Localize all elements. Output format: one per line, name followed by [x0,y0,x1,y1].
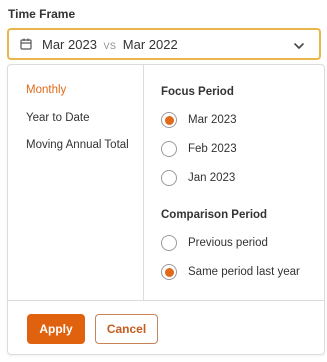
period-options: Focus Period Mar 2023 Feb 2023 Jan 2023 … [144,65,324,300]
focus-option-jan-2023[interactable]: Jan 2023 [161,170,235,186]
selector-value: Mar 2023 VS Mar 2022 [42,37,178,52]
focus-option-feb-2023[interactable]: Feb 2023 [161,141,237,157]
time-frame-label: Time Frame [8,7,76,21]
period-type-year-to-date[interactable]: Year to Date [26,112,90,124]
period-type-moving-annual-total[interactable]: Moving Annual Total [26,139,129,151]
comparison-option-label: Same period last year [188,266,300,278]
period-type-list: Monthly Year to Date Moving Annual Total [8,65,144,300]
focus-option-label: Feb 2023 [188,143,237,155]
radio-unselected[interactable] [161,141,177,157]
focus-option-label: Mar 2023 [188,114,237,126]
focus-period-title: Focus Period [161,86,234,98]
selector-focus-value: Mar 2023 [42,36,97,52]
calendar-icon [20,38,32,50]
time-frame-selector[interactable]: Mar 2023 VS Mar 2022 [7,28,321,60]
radio-selected[interactable] [161,112,177,128]
radio-unselected[interactable] [161,235,177,251]
comparison-period-title: Comparison Period [161,209,268,221]
chevron-down-icon[interactable] [293,40,305,52]
focus-option-mar-2023[interactable]: Mar 2023 [161,112,237,128]
radio-selected[interactable] [161,264,177,280]
panel-footer: Apply Cancel [8,300,324,355]
period-type-monthly[interactable]: Monthly [26,84,66,96]
comparison-option-label: Previous period [188,237,268,249]
cancel-button[interactable]: Cancel [95,314,158,344]
selector-vs-label: VS [103,40,117,51]
selector-comparison-value: Mar 2022 [122,36,178,52]
comparison-option-same-period-last-year[interactable]: Same period last year [161,264,300,280]
time-frame-dropdown-panel: Monthly Year to Date Moving Annual Total… [7,64,325,355]
comparison-option-previous-period[interactable]: Previous period [161,235,268,251]
radio-unselected[interactable] [161,170,177,186]
apply-button[interactable]: Apply [27,314,85,344]
focus-option-label: Jan 2023 [188,172,236,184]
